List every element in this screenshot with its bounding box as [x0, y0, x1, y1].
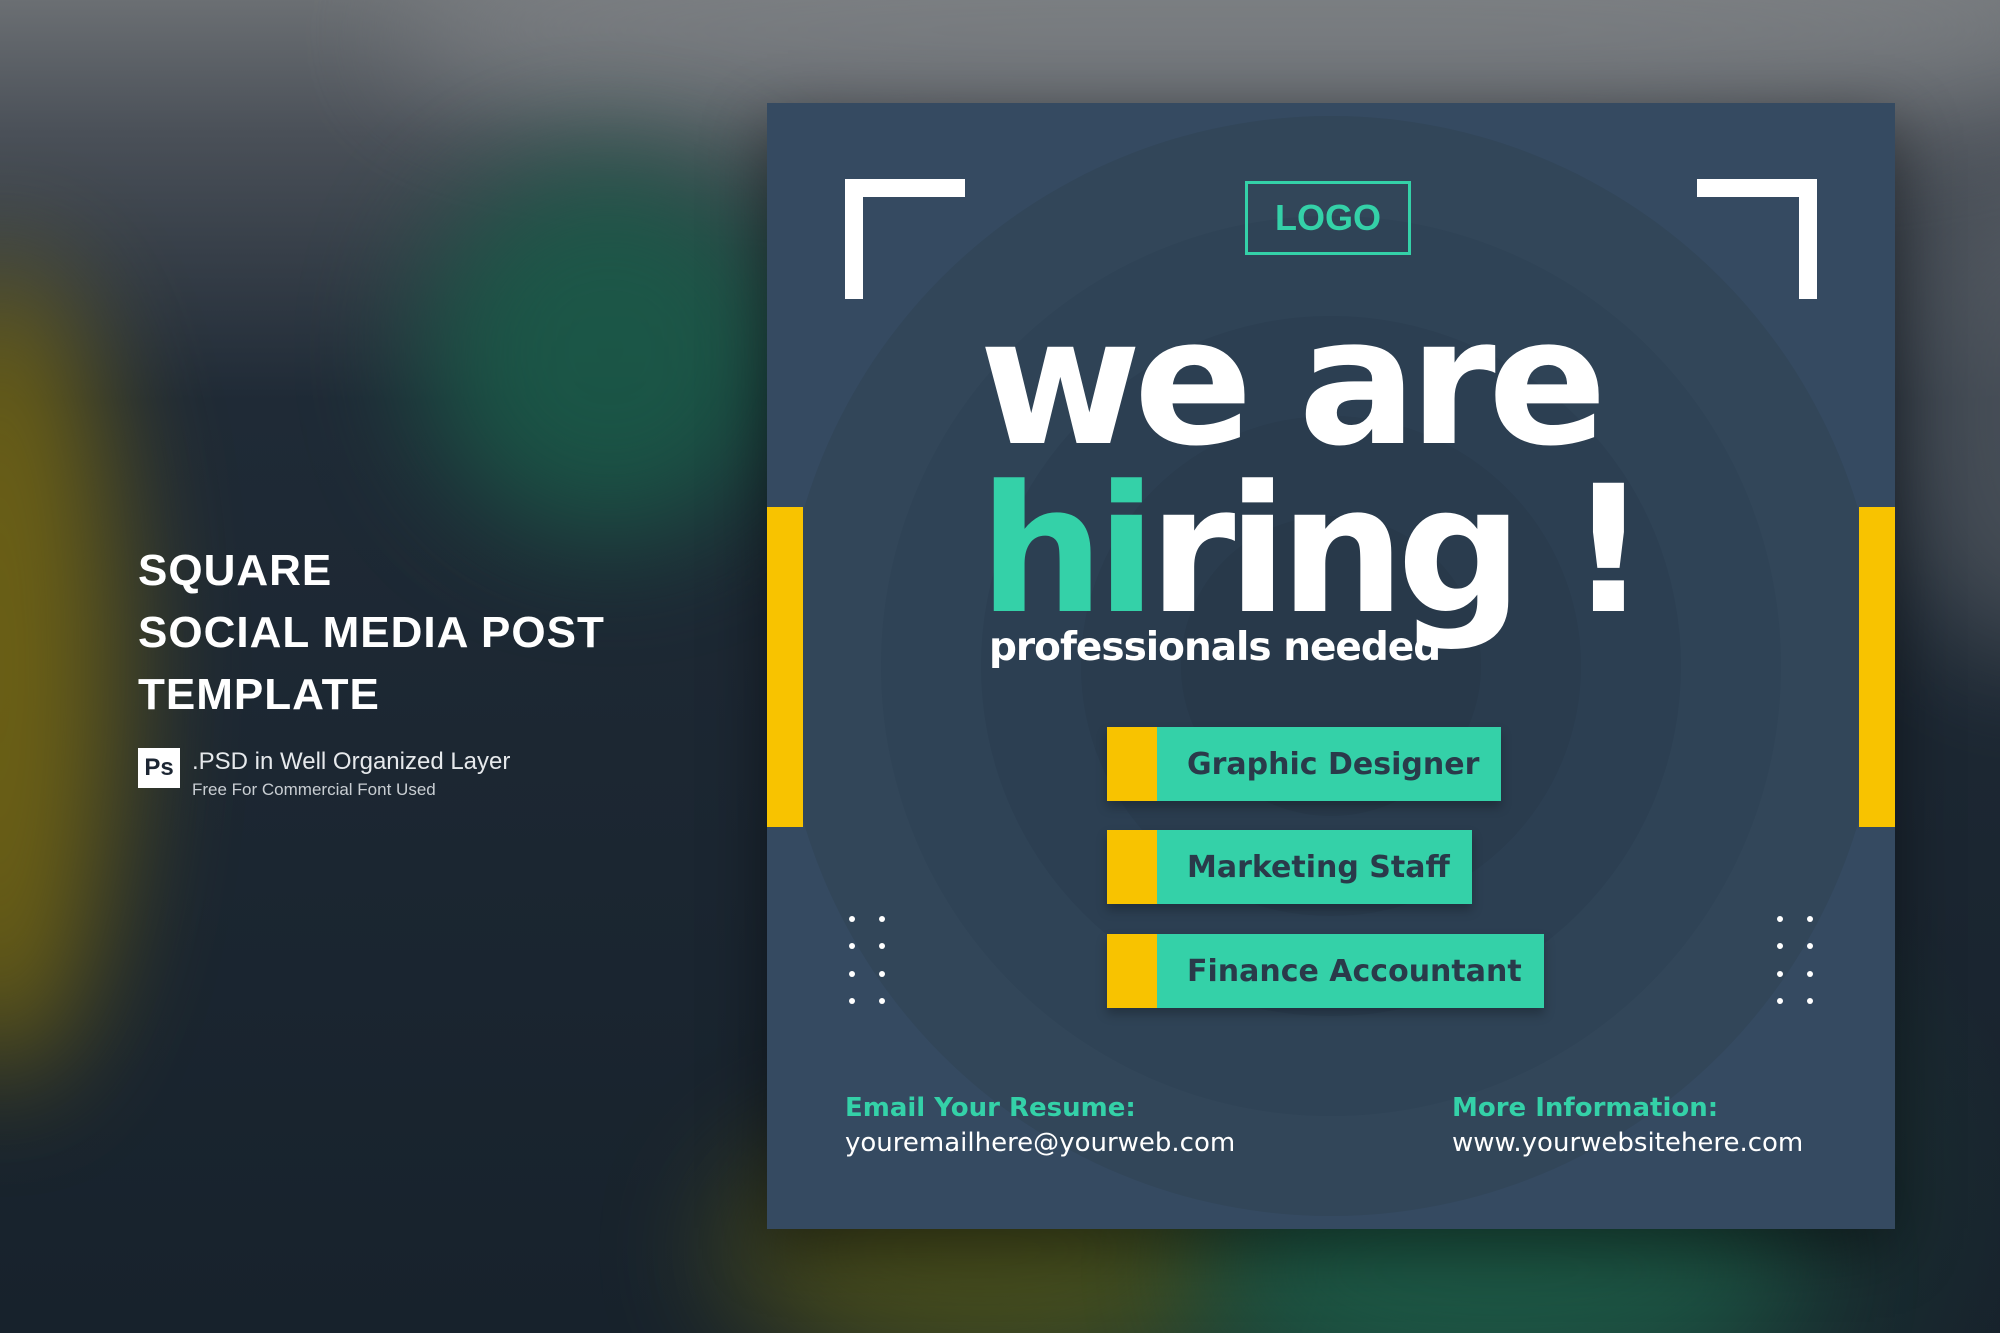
info-value: www.yourwebsitehere.com: [1452, 1128, 1804, 1158]
template-title-line-2: SOCIAL MEDIA POST: [138, 608, 605, 657]
dot-grid-right: [1765, 905, 1825, 1015]
headline-rest: ring !: [1148, 448, 1649, 653]
job-label: Graphic Designer: [1157, 727, 1502, 801]
job-item: Marketing Staff: [1107, 830, 1472, 904]
headline-line-2: hiring !: [979, 448, 1649, 653]
job-item: Finance Accountant: [1107, 934, 1544, 1008]
bg-blur-grey: [1880, 160, 2000, 660]
email-heading: Email Your Resume:: [845, 1093, 1136, 1123]
job-label: Finance Accountant: [1157, 934, 1544, 1008]
template-title-line-1: SQUARE: [138, 546, 333, 595]
subheadline: professionals needed: [989, 625, 1441, 670]
hiring-post-card: LOGO we are hiring ! professionals neede…: [767, 103, 1895, 1229]
job-marker: [1107, 727, 1157, 801]
yellow-side-bar-right: [1859, 507, 1895, 827]
template-description: SQUARE SOCIAL MEDIA POST TEMPLATE Ps .PS…: [138, 540, 605, 802]
bg-blur-yellow: [0, 260, 120, 1080]
email-contact: Email Your Resume: youremailhere@yourweb…: [845, 1091, 1235, 1161]
dot-grid-left: [837, 905, 897, 1015]
psd-info: Ps .PSD in Well Organized Layer Free For…: [138, 748, 605, 802]
email-value: youremailhere@yourweb.com: [845, 1128, 1236, 1158]
font-note: Free For Commercial Font Used: [192, 780, 436, 799]
info-contact: More Information: www.yourwebsitehere.co…: [1452, 1091, 1803, 1161]
template-title-line-3: TEMPLATE: [138, 670, 380, 719]
psd-layer-note: .PSD in Well Organized Layer: [192, 748, 511, 775]
job-marker: [1107, 934, 1157, 1008]
info-heading: More Information:: [1452, 1093, 1719, 1123]
corner-bracket-top-right: [1697, 179, 1817, 299]
photoshop-icon: Ps: [138, 748, 180, 788]
bg-blur-green: [420, 160, 800, 540]
corner-bracket-top-left: [845, 179, 965, 299]
yellow-side-bar-left: [767, 507, 803, 827]
job-marker: [1107, 830, 1157, 904]
job-label: Marketing Staff: [1157, 830, 1472, 904]
headline-accent: hi: [979, 448, 1157, 653]
job-item: Graphic Designer: [1107, 727, 1502, 801]
logo-placeholder: LOGO: [1245, 181, 1411, 255]
